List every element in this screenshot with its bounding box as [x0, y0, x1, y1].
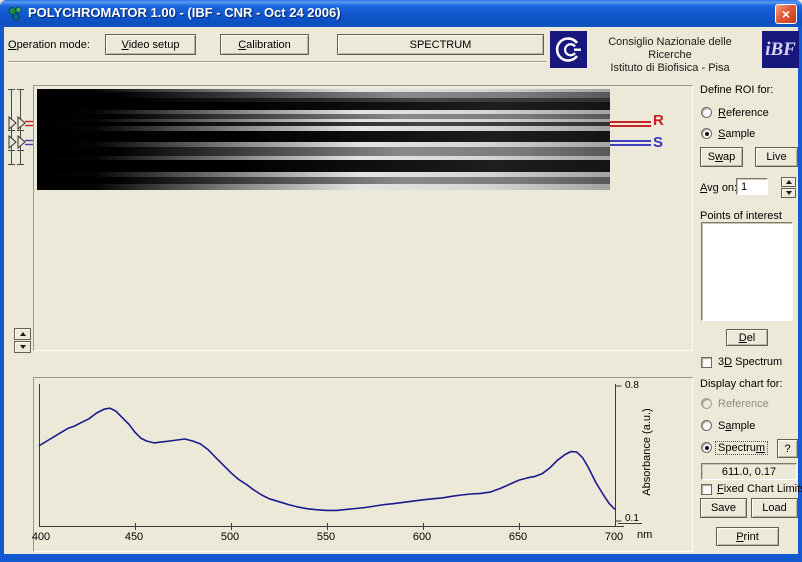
display-spectrum-label[interactable]: Spectrum	[716, 442, 767, 454]
spectrum-mode-label: SPECTRUM	[410, 39, 472, 51]
avg-value: 1	[741, 181, 747, 193]
y-tick-max: 0.8	[625, 380, 639, 391]
diffraction-stripes	[37, 89, 610, 190]
x-tick-400: 400	[32, 531, 50, 543]
avg-increment-button[interactable]	[781, 177, 796, 187]
load-label: Load	[762, 502, 786, 514]
x-axis-unit-label: nm	[637, 529, 652, 541]
points-of-interest-label: Points of interest	[700, 210, 782, 222]
live-label: Live	[766, 151, 786, 163]
avg-decrement-button[interactable]	[781, 188, 796, 198]
operation-mode-label: Operation mode:	[8, 39, 90, 51]
calibration-label: Calibration	[238, 39, 291, 51]
sample-marker-label: S	[653, 134, 663, 151]
3d-spectrum-checkbox[interactable]	[701, 357, 712, 368]
sample-roi-line-bottom[interactable]	[610, 144, 651, 146]
avg-on-label: Avg on:	[700, 182, 737, 194]
chart-axes	[39, 384, 642, 530]
save-label: Save	[711, 502, 736, 514]
x-tick-650: 650	[509, 531, 527, 543]
image-scroll-up-button[interactable]	[14, 328, 31, 340]
roi-sample-label[interactable]: Sample	[718, 128, 755, 140]
live-button[interactable]: Live	[755, 147, 798, 167]
y-axis-label: Absorbance (a.u.)	[641, 408, 653, 495]
organization-name: Consiglio Nazionale delle Ricerche Istit…	[590, 36, 750, 75]
org-line2: Istituto di Biofisica - Pisa	[590, 62, 750, 75]
cursor-readout-box: 611.0, 0.17	[701, 463, 797, 480]
close-icon: ×	[782, 6, 790, 22]
window-border-left	[0, 27, 4, 554]
del-label: Del	[739, 332, 756, 344]
spectrum-mode-button[interactable]: SPECTRUM	[337, 34, 544, 55]
app-window: { "titlebar": { "title": "POLYCHROMATOR …	[0, 0, 802, 562]
cnr-logo	[550, 31, 587, 68]
reference-roi-line-top[interactable]	[610, 121, 651, 123]
display-sample-label[interactable]: Sample	[718, 420, 755, 432]
down-arrow-icon	[20, 345, 26, 349]
spectrum-chart-panel: 400 450 500 550 600 650 700 0.8 0.1 Abso…	[33, 377, 693, 552]
toolbar-separator	[8, 61, 546, 63]
help-button[interactable]: ?	[777, 439, 798, 458]
sample-roi-line-top[interactable]	[610, 140, 651, 142]
calibration-button[interactable]: Calibration	[220, 34, 309, 55]
points-of-interest-listbox[interactable]	[701, 222, 793, 321]
roi-reference-label[interactable]: Reference	[718, 107, 769, 119]
3d-spectrum-label[interactable]: 3D Spectrum	[718, 356, 782, 368]
cursor-readout-value: 611.0, 0.17	[702, 466, 796, 478]
display-reference-label: Reference	[718, 398, 769, 410]
titlebar: POLYCHROMATOR 1.00 - (IBF - CNR - Oct 24…	[0, 0, 802, 27]
del-button[interactable]: Del	[726, 329, 768, 346]
window-border-bottom	[0, 554, 802, 562]
window-title: POLYCHROMATOR 1.00 - (IBF - CNR - Oct 24…	[28, 5, 341, 20]
image-scroll-down-button[interactable]	[14, 341, 31, 353]
video-setup-button[interactable]: Video setup	[105, 34, 196, 55]
fixed-chart-limits-label[interactable]: Fixed Chart Limits	[717, 483, 802, 495]
display-sample-radio[interactable]	[701, 420, 712, 431]
x-tick-500: 500	[221, 531, 239, 543]
up-arrow-icon	[20, 332, 26, 336]
down-arrow-icon	[786, 191, 792, 195]
up-arrow-icon	[786, 180, 792, 184]
absorbance-curve	[39, 408, 615, 510]
y-tick-min: 0.1	[625, 513, 639, 524]
help-label: ?	[784, 443, 790, 455]
cnr-emblem-icon	[550, 31, 587, 68]
reference-marker-label: R	[653, 112, 664, 129]
org-line1: Consiglio Nazionale delle Ricerche	[590, 36, 750, 62]
roi-reference-radio[interactable]	[701, 107, 712, 118]
reference-roi-line-bottom[interactable]	[610, 125, 651, 127]
avg-input[interactable]: 1	[736, 178, 768, 195]
x-tick-600: 600	[413, 531, 431, 543]
print-label: Print	[736, 531, 759, 543]
close-button[interactable]: ×	[775, 4, 797, 24]
x-tick-450: 450	[125, 531, 143, 543]
define-roi-title: Define ROI for:	[700, 84, 773, 96]
ibf-logo-text: iBF	[762, 31, 799, 68]
display-spectrum-radio[interactable]	[701, 442, 712, 453]
spectrometer-camera-image[interactable]	[37, 89, 610, 190]
fixed-chart-limits-checkbox[interactable]	[701, 484, 712, 495]
x-tick-700: 700	[605, 531, 623, 543]
load-button[interactable]: Load	[751, 498, 798, 518]
save-button[interactable]: Save	[700, 498, 747, 518]
roi-sample-radio[interactable]	[701, 128, 712, 139]
ibf-logo: iBF	[762, 31, 799, 68]
app-icon	[7, 5, 24, 22]
display-chart-title: Display chart for:	[700, 378, 783, 390]
display-reference-radio	[701, 398, 712, 409]
x-tick-550: 550	[317, 531, 335, 543]
print-button[interactable]: Print	[716, 527, 779, 546]
swap-label: Swap	[708, 151, 736, 163]
window-border-right	[798, 27, 802, 554]
swap-button[interactable]: Swap	[700, 147, 743, 167]
video-setup-label: Video setup	[122, 39, 180, 51]
chart-plot[interactable]	[34, 378, 692, 551]
